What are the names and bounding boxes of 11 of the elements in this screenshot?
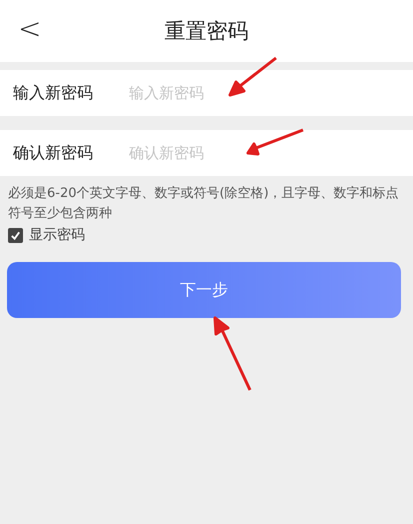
password-hint: 必须是6-20个英文字母、数字或符号(除空格)，且字母、数字和标点符号至少包含两种 — [7, 185, 400, 223]
field-label: 输入新密码 — [13, 82, 94, 104]
show-password-checkbox[interactable] — [8, 228, 23, 242]
password-field[interactable]: 输入新密码 — [127, 83, 331, 103]
show-password-label: 显示密码 — [29, 226, 85, 244]
field-label: 确认新密码 — [13, 142, 94, 164]
annotation-arrow — [246, 128, 304, 156]
password-field[interactable]: 确认新密码 — [127, 143, 331, 163]
page-title: 重置密码 — [164, 18, 248, 45]
annotation-arrow — [228, 56, 278, 96]
back-button[interactable]: < — [18, 12, 42, 45]
